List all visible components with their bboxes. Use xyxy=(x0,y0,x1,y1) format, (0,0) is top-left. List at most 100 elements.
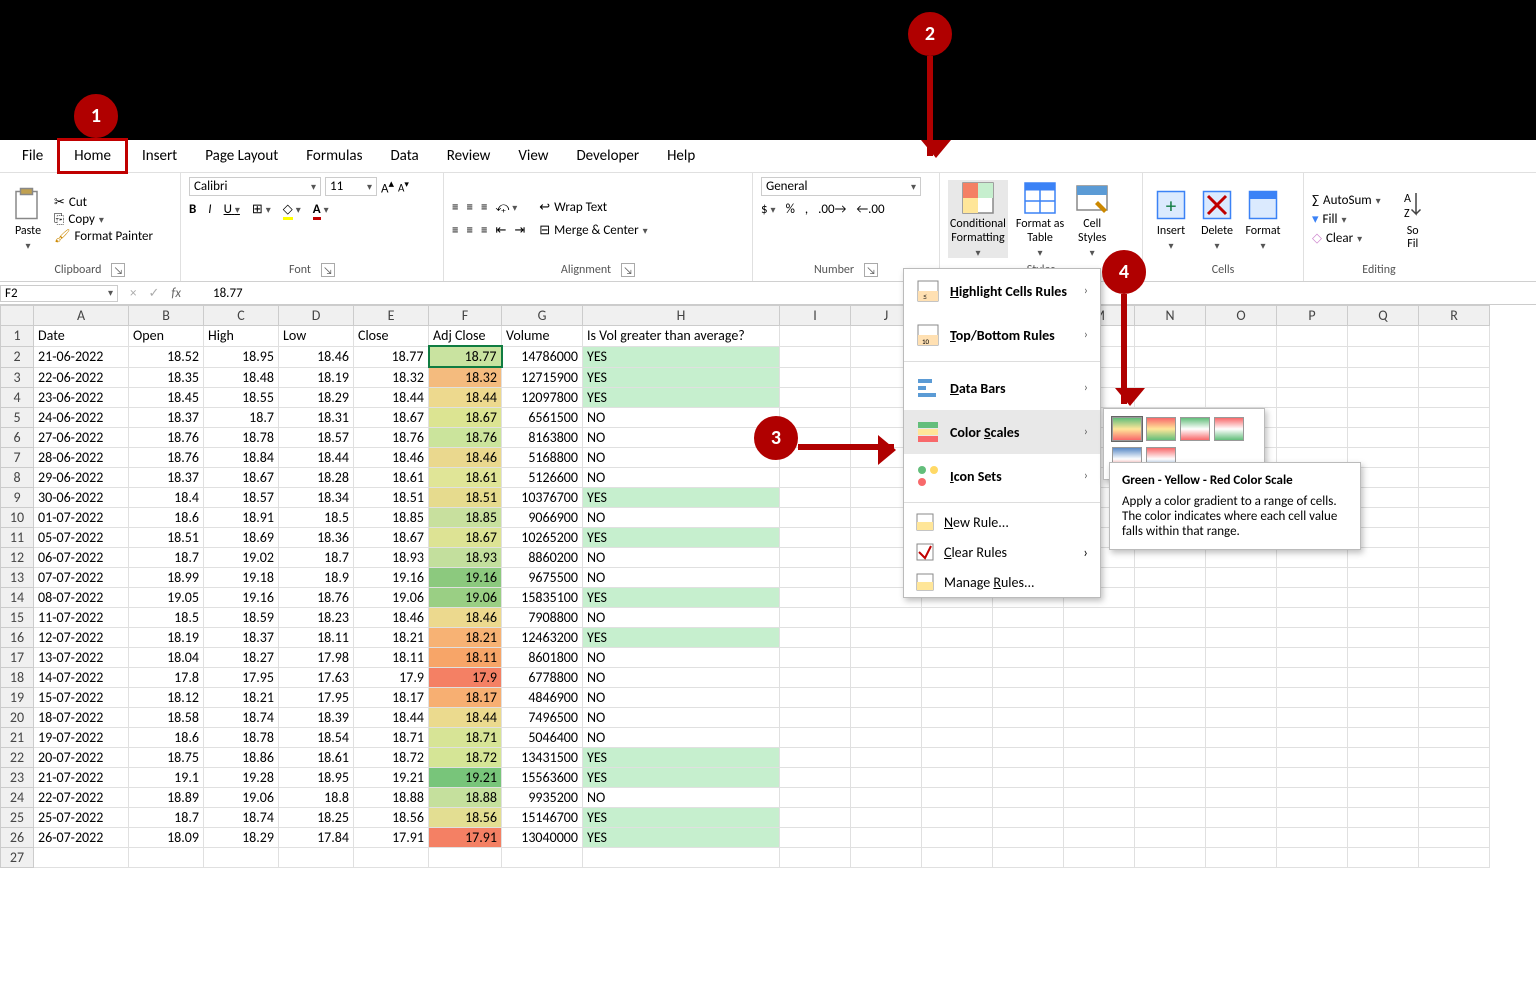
data-cell[interactable]: 18.46 xyxy=(429,608,502,628)
col-header[interactable]: F xyxy=(429,306,502,326)
data-cell[interactable]: 18.21 xyxy=(354,628,429,648)
header-cell[interactable]: Close xyxy=(354,326,429,347)
data-cell[interactable]: NO xyxy=(583,788,780,808)
data-cell[interactable]: 9935200 xyxy=(502,788,583,808)
data-cell[interactable]: 12715900 xyxy=(502,367,583,388)
data-cell[interactable]: YES xyxy=(583,808,780,828)
align-bottom-icon[interactable]: ≡ xyxy=(481,200,487,215)
data-cell[interactable]: 18.17 xyxy=(354,688,429,708)
data-cell[interactable]: 05-07-2022 xyxy=(34,528,129,548)
bold-button[interactable]: B xyxy=(189,202,196,217)
increase-decimal-button[interactable]: .00→ xyxy=(818,202,846,217)
col-header[interactable]: R xyxy=(1419,306,1490,326)
data-cell[interactable]: 18.48 xyxy=(204,367,279,388)
data-cell[interactable]: NO xyxy=(583,708,780,728)
scale-green-yellow-red[interactable] xyxy=(1112,417,1142,441)
data-cell[interactable]: NO xyxy=(583,648,780,668)
row-header[interactable]: 12 xyxy=(1,548,34,568)
menu-data-bars[interactable]: Data Bars › xyxy=(904,366,1100,410)
data-cell[interactable]: 18.77 xyxy=(429,346,502,367)
data-cell[interactable]: 22-07-2022 xyxy=(34,788,129,808)
data-cell[interactable]: 18.57 xyxy=(204,488,279,508)
clipboard-launcher[interactable]: ↘ xyxy=(111,263,125,277)
autosum-button[interactable]: ∑ AutoSum ▾ xyxy=(1312,193,1381,208)
data-cell[interactable]: 18.57 xyxy=(279,428,354,448)
data-cell[interactable]: 18.11 xyxy=(429,648,502,668)
data-cell[interactable]: 19.16 xyxy=(429,568,502,588)
data-cell[interactable]: 18.59 xyxy=(204,608,279,628)
tab-home[interactable]: Home xyxy=(57,138,128,174)
data-cell[interactable]: 5168800 xyxy=(502,448,583,468)
data-cell[interactable]: 18.7 xyxy=(129,808,204,828)
data-cell[interactable]: 18.61 xyxy=(279,748,354,768)
row-header[interactable]: 1 xyxy=(1,326,34,347)
data-cell[interactable]: 15563600 xyxy=(502,768,583,788)
cancel-icon[interactable]: × xyxy=(130,286,136,301)
tab-developer[interactable]: Developer xyxy=(562,141,653,171)
scale-green-white-red[interactable] xyxy=(1180,417,1210,441)
data-cell[interactable]: 7908800 xyxy=(502,608,583,628)
data-cell[interactable]: 18.37 xyxy=(204,628,279,648)
header-cell[interactable]: Low xyxy=(279,326,354,347)
data-cell[interactable]: NO xyxy=(583,568,780,588)
align-right-icon[interactable]: ≡ xyxy=(481,223,487,238)
format-cells-button[interactable]: Format▾ xyxy=(1243,187,1283,251)
data-cell[interactable]: 18.74 xyxy=(204,708,279,728)
header-cell[interactable]: Volume xyxy=(502,326,583,347)
row-header[interactable]: 13 xyxy=(1,568,34,588)
data-cell[interactable]: 6778800 xyxy=(502,668,583,688)
data-cell[interactable]: 18.6 xyxy=(129,728,204,748)
data-cell[interactable]: 18.19 xyxy=(129,628,204,648)
tab-view[interactable]: View xyxy=(504,141,562,171)
data-cell[interactable]: 18.37 xyxy=(129,468,204,488)
data-cell[interactable]: 18.76 xyxy=(129,428,204,448)
data-cell[interactable]: 18.76 xyxy=(129,448,204,468)
col-header[interactable]: Q xyxy=(1348,306,1419,326)
data-cell[interactable]: 18.6 xyxy=(129,508,204,528)
data-cell[interactable]: 18.69 xyxy=(204,528,279,548)
data-cell[interactable]: 10265200 xyxy=(502,528,583,548)
data-cell[interactable]: 18.44 xyxy=(354,708,429,728)
data-cell[interactable]: 26-07-2022 xyxy=(34,828,129,848)
row-header[interactable]: 21 xyxy=(1,728,34,748)
decrease-decimal-button[interactable]: ←.00 xyxy=(856,202,884,217)
tab-data[interactable]: Data xyxy=(376,141,432,171)
orientation-icon[interactable]: ⤽ ▾ xyxy=(495,200,517,215)
data-cell[interactable]: 18.37 xyxy=(129,408,204,428)
row-header[interactable]: 7 xyxy=(1,448,34,468)
data-cell[interactable]: 18.67 xyxy=(354,528,429,548)
data-cell[interactable]: 18.74 xyxy=(204,808,279,828)
data-cell[interactable]: YES xyxy=(583,588,780,608)
data-cell[interactable]: 4846900 xyxy=(502,688,583,708)
row-header[interactable]: 9 xyxy=(1,488,34,508)
data-cell[interactable]: 18.46 xyxy=(354,608,429,628)
col-header[interactable]: C xyxy=(204,306,279,326)
data-cell[interactable]: 18.61 xyxy=(429,468,502,488)
row-header[interactable]: 25 xyxy=(1,808,34,828)
scale-red-white-green[interactable] xyxy=(1214,417,1244,441)
data-cell[interactable]: 5126600 xyxy=(502,468,583,488)
data-cell[interactable]: 19.05 xyxy=(129,588,204,608)
data-cell[interactable]: YES xyxy=(583,768,780,788)
data-cell[interactable]: 18.51 xyxy=(129,528,204,548)
data-cell[interactable]: 18.4 xyxy=(129,488,204,508)
data-cell[interactable]: 18.56 xyxy=(429,808,502,828)
row-header[interactable]: 14 xyxy=(1,588,34,608)
data-cell[interactable]: 18.11 xyxy=(279,628,354,648)
data-cell[interactable]: 08-07-2022 xyxy=(34,588,129,608)
font-name-combo[interactable]: Calibri▾ xyxy=(189,177,321,196)
data-cell[interactable]: 19.28 xyxy=(204,768,279,788)
data-cell[interactable]: 07-07-2022 xyxy=(34,568,129,588)
tab-insert[interactable]: Insert xyxy=(128,141,191,171)
data-cell[interactable]: 21-06-2022 xyxy=(34,346,129,367)
data-cell[interactable]: 18.35 xyxy=(129,367,204,388)
font-color-button[interactable]: A ▾ xyxy=(313,202,329,217)
font-launcher[interactable]: ↘ xyxy=(321,263,335,277)
data-cell[interactable]: 18.44 xyxy=(354,388,429,408)
data-cell[interactable]: 18.7 xyxy=(129,548,204,568)
data-cell[interactable]: 18.44 xyxy=(279,448,354,468)
data-cell[interactable]: 19.1 xyxy=(129,768,204,788)
menu-new-rule[interactable]: New Rule... xyxy=(904,507,1100,537)
data-cell[interactable]: 18.75 xyxy=(129,748,204,768)
menu-color-scales[interactable]: Color Scales › xyxy=(904,410,1100,454)
